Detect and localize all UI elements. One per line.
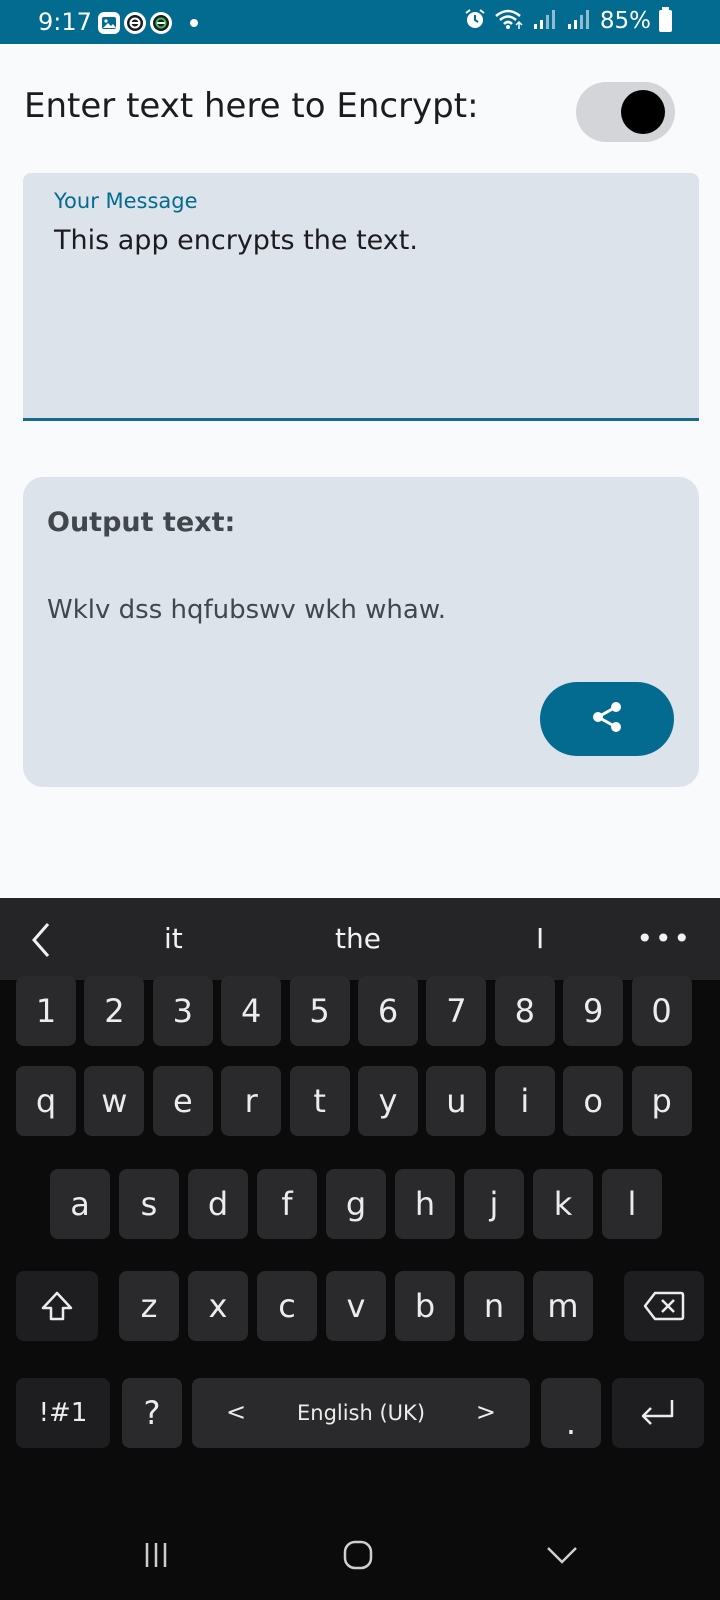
letter-key-i[interactable]: i	[494, 1066, 555, 1136]
suggestion-1[interactable]: it	[164, 922, 183, 955]
letter-key-n[interactable]: n	[464, 1271, 524, 1341]
letter-key-j[interactable]: j	[464, 1169, 524, 1239]
status-time: 9:17	[38, 8, 92, 36]
output-card: Output text: Wklv dss hqfubswv wkh whaw.	[23, 477, 699, 787]
share-button[interactable]	[540, 682, 674, 756]
letter-key-t[interactable]: t	[289, 1066, 350, 1136]
number-key-0[interactable]: 0	[631, 976, 692, 1046]
output-title: Output text:	[47, 507, 236, 538]
home-icon[interactable]	[328, 1530, 388, 1580]
letter-key-p[interactable]: p	[631, 1066, 692, 1136]
space-key[interactable]: < English (UK) >	[192, 1378, 530, 1448]
letter-key-o[interactable]: o	[563, 1066, 624, 1136]
suggestion-bar: it the I •••	[0, 898, 720, 980]
letter-key-r[interactable]: r	[221, 1066, 282, 1136]
notification-icons	[98, 12, 198, 34]
letter-key-v[interactable]: v	[326, 1271, 386, 1341]
message-input-value[interactable]: This app encrypts the text.	[54, 225, 418, 256]
encrypt-mode-label: Enter text here to Encrypt:	[24, 86, 479, 126]
space-cursor-left: <	[226, 1398, 247, 1426]
number-key-9[interactable]: 9	[563, 976, 624, 1046]
shift-key[interactable]	[16, 1271, 98, 1341]
signal-icon	[532, 8, 558, 34]
battery-percentage: 85%	[599, 8, 651, 34]
recent-apps-icon[interactable]	[126, 1530, 186, 1580]
app-notification-icon	[124, 12, 146, 34]
question-mark-key[interactable]: ?	[122, 1378, 182, 1448]
number-key-4[interactable]: 4	[221, 976, 282, 1046]
encrypt-toggle[interactable]	[576, 82, 675, 142]
suggestion-3[interactable]: I	[536, 922, 544, 955]
letter-key-f[interactable]: f	[257, 1169, 317, 1239]
alarm-icon	[464, 8, 486, 34]
space-language-label: English (UK)	[296, 1401, 426, 1425]
signal-icon	[566, 8, 592, 34]
share-icon	[589, 699, 625, 739]
letter-key-u[interactable]: u	[426, 1066, 487, 1136]
soft-keyboard: it the I ••• 1234567890 qwertyuiop asdfghj…	[0, 898, 720, 1600]
wifi-icon	[494, 8, 524, 34]
output-text: Wklv dss hqfubswv wkh whaw.	[47, 595, 446, 625]
space-cursor-right: >	[475, 1398, 496, 1426]
status-bar: 9:17 85%	[0, 0, 720, 44]
hide-keyboard-icon[interactable]	[532, 1530, 592, 1580]
period-key[interactable]: .	[541, 1378, 601, 1448]
number-key-3[interactable]: 3	[152, 976, 213, 1046]
number-key-5[interactable]: 5	[289, 976, 350, 1046]
letter-key-k[interactable]: k	[533, 1169, 593, 1239]
more-notifications-dot-icon	[190, 19, 198, 27]
navigation-bar	[0, 1510, 720, 1600]
letter-key-y[interactable]: y	[358, 1066, 418, 1136]
number-key-7[interactable]: 7	[426, 976, 487, 1046]
more-options-icon[interactable]: •••	[636, 922, 692, 955]
letter-key-h[interactable]: h	[395, 1169, 455, 1239]
message-input[interactable]: Your Message This app encrypts the text.	[23, 173, 699, 421]
letter-key-a[interactable]: a	[50, 1169, 110, 1239]
letter-key-m[interactable]: m	[533, 1271, 593, 1341]
letter-key-z[interactable]: z	[119, 1271, 179, 1341]
number-key-6[interactable]: 6	[358, 976, 418, 1046]
letter-key-q[interactable]: q	[16, 1066, 76, 1136]
letter-key-l[interactable]: l	[602, 1169, 662, 1239]
number-key-2[interactable]: 2	[84, 976, 145, 1046]
app-notification-icon	[150, 12, 172, 34]
letter-key-b[interactable]: b	[395, 1271, 455, 1341]
letter-key-e[interactable]: e	[152, 1066, 213, 1136]
letter-key-g[interactable]: g	[326, 1169, 386, 1239]
number-key-1[interactable]: 1	[16, 976, 76, 1046]
letter-key-d[interactable]: d	[188, 1169, 248, 1239]
letter-key-c[interactable]: c	[257, 1271, 317, 1341]
enter-key[interactable]	[612, 1378, 704, 1448]
battery-icon	[659, 7, 672, 32]
toggle-knob	[621, 90, 665, 134]
backspace-key[interactable]	[624, 1271, 704, 1341]
system-icons: 85%	[464, 7, 672, 34]
number-key-8[interactable]: 8	[494, 976, 555, 1046]
message-input-label: Your Message	[54, 189, 198, 213]
suggestion-2[interactable]: the	[335, 922, 381, 955]
suggestion-back-icon[interactable]	[28, 920, 54, 964]
gallery-icon	[98, 12, 120, 34]
letter-key-x[interactable]: x	[188, 1271, 248, 1341]
letter-key-s[interactable]: s	[119, 1169, 179, 1239]
letter-key-w[interactable]: w	[84, 1066, 145, 1136]
symbols-key[interactable]: !#1	[16, 1378, 110, 1448]
